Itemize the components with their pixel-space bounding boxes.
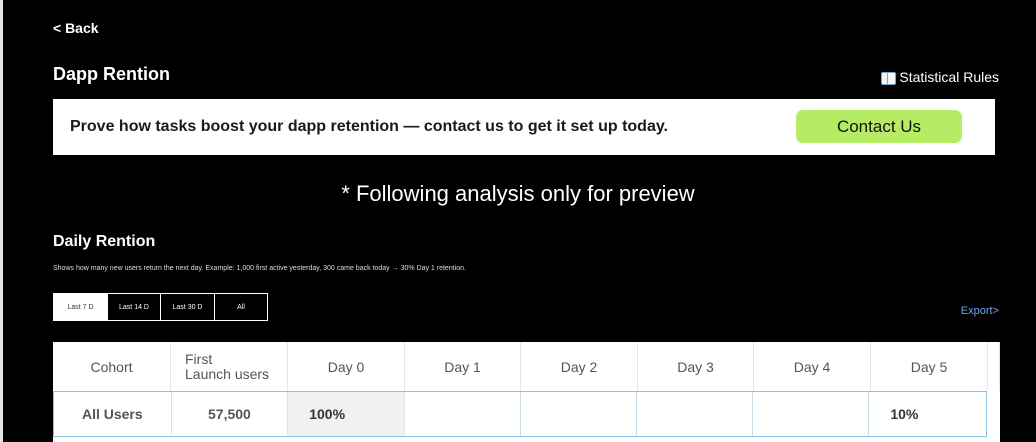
cell-first-launch-users: 57,500	[172, 392, 289, 436]
tab-last-7-days[interactable]: Last 7 D	[54, 294, 108, 320]
tab-last-30-days[interactable]: Last 30 D	[161, 294, 215, 320]
header-day-2: Day 2	[521, 342, 638, 391]
cell-day-4	[753, 392, 870, 436]
header-day-3: Day 3	[638, 342, 754, 391]
header-first-launch-line2: Launch users	[185, 365, 270, 382]
cell-day-2	[521, 392, 638, 436]
section-title: Daily Rention	[53, 233, 156, 250]
table-row[interactable]: All Users 57,500 100% 10%	[53, 391, 987, 437]
table-header: Cohort First Launch users Day 0 Day 1 Da…	[53, 342, 1000, 391]
cell-day-1	[405, 392, 521, 436]
statistical-rules-label: Statistical Rules	[899, 69, 999, 85]
page-title: Dapp Rention	[53, 64, 170, 84]
cell-day-0: 100%	[288, 392, 405, 436]
header-day-0: Day 0	[288, 342, 405, 391]
header-first-launch-line1: First	[185, 350, 213, 367]
header-first-launch-users: First Launch users	[171, 342, 288, 391]
header-day-4: Day 4	[754, 342, 871, 391]
banner-text: Prove how tasks boost your dapp retentio…	[70, 118, 668, 135]
retention-table: Cohort First Launch users Day 0 Day 1 Da…	[53, 342, 1000, 442]
statistical-rules-link[interactable]: Statistical Rules	[880, 69, 999, 85]
cell-day-5: 10%	[890, 406, 919, 422]
export-link[interactable]: Export>	[961, 305, 999, 317]
header-overflow	[988, 342, 1000, 391]
tab-last-14-days[interactable]: Last 14 D	[108, 294, 161, 320]
back-link[interactable]: < Back	[53, 20, 99, 36]
preview-note: * Following analysis only for preview	[341, 181, 695, 206]
header-day-1: Day 1	[405, 342, 521, 391]
range-tabs: Last 7 D Last 14 D Last 30 D All	[53, 293, 268, 321]
open-book-icon	[880, 71, 897, 85]
tab-all[interactable]: All	[215, 294, 267, 320]
contact-banner: Prove how tasks boost your dapp retentio…	[53, 99, 995, 155]
header-day-5: Day 5	[871, 342, 988, 391]
left-edge-strip	[0, 0, 3, 442]
contact-us-button[interactable]: Contact Us	[796, 110, 962, 143]
cell-day-3	[637, 392, 753, 436]
header-cohort: Cohort	[53, 342, 171, 391]
cell-cohort: All Users	[54, 392, 172, 436]
section-description: Shows how many new users return the next…	[53, 265, 466, 272]
